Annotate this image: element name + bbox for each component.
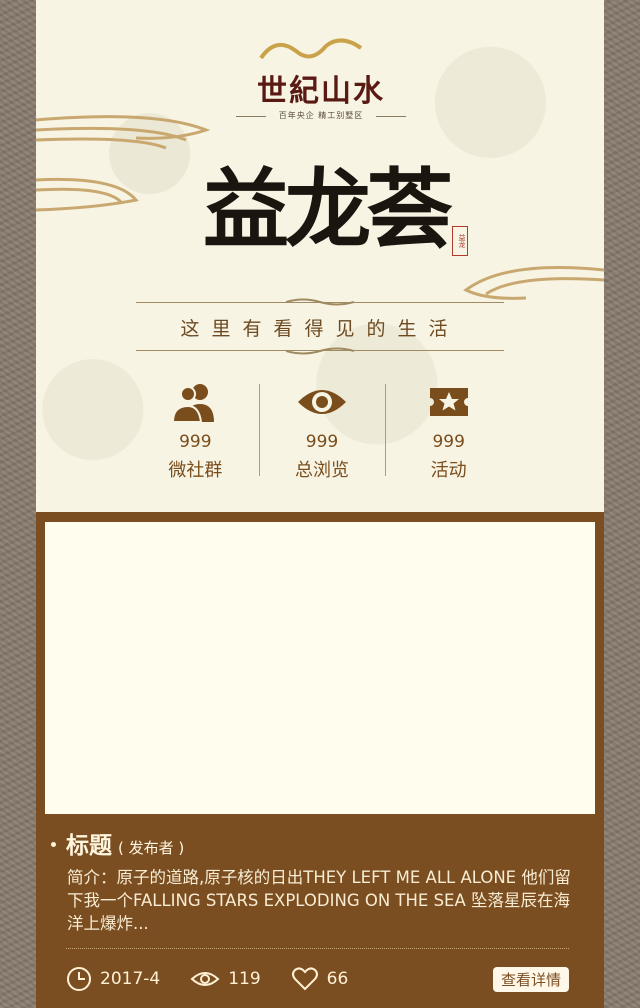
golden-dragon-icon: [259, 38, 363, 60]
header-banner: 世紀山水 百年央企 精工别墅区 益龙荟 益龙 这里有看得见的生活 999 微社群…: [36, 0, 604, 512]
post-card[interactable]: 标题 ( 发布者 ) 简介：原子的道路,原子核的日出THEY LEFT ME AL…: [36, 512, 604, 1008]
brand-title: 益龙荟: [203, 159, 453, 260]
post-description: 简介：原子的道路,原子核的日出THEY LEFT ME ALL ALONE 他们…: [67, 868, 571, 933]
stat-count: 999: [305, 432, 339, 452]
heart-icon: [291, 967, 318, 991]
red-seal-stamp: 益龙: [452, 226, 468, 256]
stat-community[interactable]: 999 微社群: [132, 382, 259, 481]
page: 世紀山水 百年央企 精工别墅区 益龙荟 益龙 这里有看得见的生活 999 微社群…: [36, 0, 604, 1008]
stat-label: 总浏览: [295, 460, 349, 481]
clock-icon: [67, 967, 91, 991]
logo-title: 世紀山水: [257, 74, 385, 109]
post-image[interactable]: [45, 522, 595, 814]
stat-label: 微社群: [168, 460, 223, 481]
post-publisher: ( 发布者 ): [118, 839, 185, 857]
stat-activities[interactable]: 999 活动: [385, 382, 512, 481]
post-meta-row: 2017-4 119 66 查看详情: [66, 964, 569, 994]
bullet-dot: [51, 842, 56, 847]
ornament-top-icon: [286, 298, 354, 306]
post-likes-count: 66: [326, 969, 349, 989]
post-views: 119: [190, 966, 261, 992]
post-card-body: 标题 ( 发布者 ) 简介：原子的道路,原子核的日出THEY LEFT ME AL…: [36, 814, 604, 1008]
ticket-star-icon: [429, 388, 468, 416]
stat-count: 999: [432, 432, 465, 452]
ornament-bottom-icon: [286, 347, 354, 355]
view-details-button[interactable]: 查看详情: [492, 966, 569, 992]
logo-subtitle: 百年央企 精工别墅区: [278, 111, 364, 120]
post-views-count: 119: [228, 969, 261, 989]
eye-icon: [190, 972, 220, 986]
group-icon: [172, 384, 215, 422]
stat-views[interactable]: 999 总浏览: [258, 382, 386, 481]
dotted-divider: [66, 948, 569, 949]
stat-count: 999: [179, 432, 212, 452]
post-likes[interactable]: 66: [291, 966, 349, 992]
stat-label: 活动: [430, 460, 467, 481]
brand-logo: 世紀山水 百年央企 精工别墅区: [236, 36, 406, 126]
post-title-row[interactable]: 标题 ( 发布者 ): [66, 826, 184, 860]
stats-bar: 999 微社群 999 总浏览 999 活动: [132, 382, 512, 481]
slogan: 这里有看得见的生活: [180, 318, 460, 340]
eye-icon: [298, 390, 346, 414]
post-date: 2017-4: [66, 966, 160, 992]
post-date-text: 2017-4: [100, 969, 161, 989]
post-title: 标题: [66, 833, 112, 859]
